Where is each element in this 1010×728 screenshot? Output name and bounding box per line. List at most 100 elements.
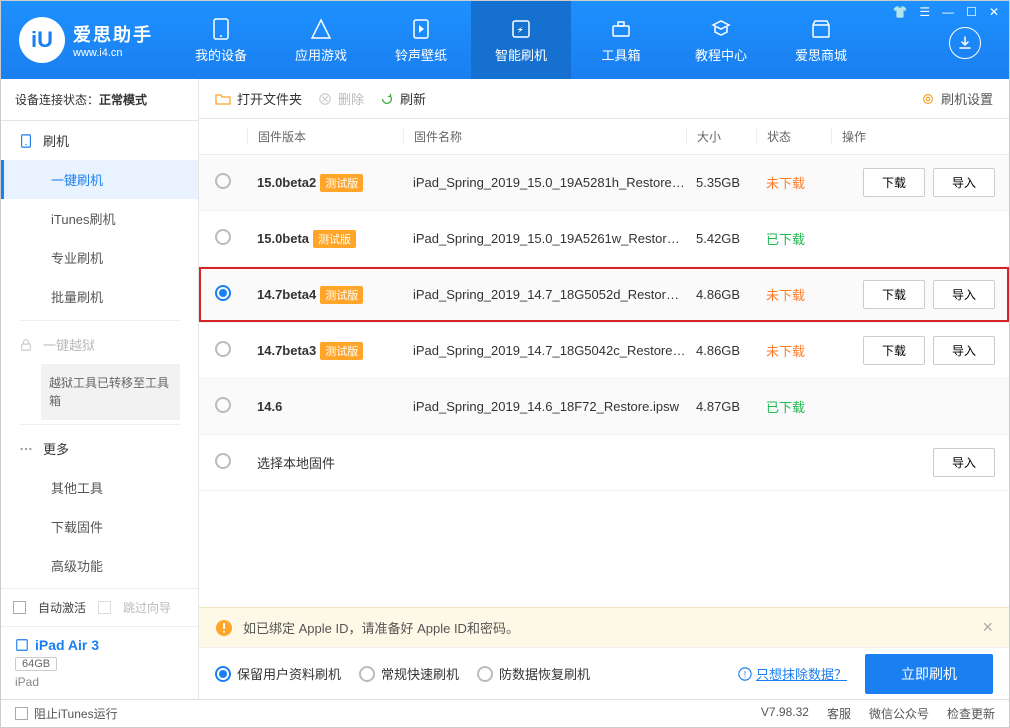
sidebar-item-oneclick-flash[interactable]: 一键刷机 [1,160,198,199]
firmware-row[interactable]: 选择本地固件 导入 [199,435,1009,491]
firmware-row[interactable]: 14.7beta4测试版iPad_Spring_2019_14.7_18G505… [199,267,1009,323]
row-actions: 下载导入 [831,336,1009,365]
nav-label: 工具箱 [601,45,640,64]
sidebar-item-batch-flash[interactable]: 批量刷机 [1,277,198,316]
flash-icon [509,17,533,41]
block-itunes-label: 阻止iTunes运行 [34,705,118,722]
download-manager-button[interactable] [949,27,981,59]
sidebar: 设备连接状态：正常模式 刷机 一键刷机 iTunes刷机 专业刷机 批量刷机 一… [1,79,199,699]
firmware-version: 15.0beta2测试版 [247,174,403,192]
firmware-status: 已下载 [756,229,831,248]
delete-button: 删除 [318,89,364,108]
firmware-size: 4.87GB [686,399,756,414]
auto-activate-bar: 自动激活 跳过向导 [1,588,198,626]
flash-opt-fast[interactable]: 常规快速刷机 [359,664,459,683]
nav-tab-store[interactable]: 爱思商城 [771,1,871,79]
firmware-row[interactable]: 15.0beta测试版iPad_Spring_2019_15.0_19A5261… [199,211,1009,267]
footer-update[interactable]: 检查更新 [947,705,995,722]
download-button[interactable]: 下载 [863,336,925,365]
col-size: 大小 [686,128,756,145]
import-button[interactable]: 导入 [933,448,995,477]
row-radio[interactable] [215,229,231,245]
firmware-size: 5.35GB [686,175,756,190]
firmware-size: 4.86GB [686,343,756,358]
nav-tab-tool[interactable]: 工具箱 [571,1,671,79]
folder-icon [215,91,231,107]
alert-close-button[interactable]: × [982,617,993,638]
beta-tag: 测试版 [313,230,356,248]
footer: 阻止iTunes运行 V7.98.32 客服 微信公众号 检查更新 [1,699,1009,727]
import-button[interactable]: 导入 [933,168,995,197]
refresh-button[interactable]: 刷新 [380,89,426,108]
row-radio[interactable] [215,397,231,413]
download-button[interactable]: 下载 [863,168,925,197]
tshirt-icon[interactable]: 👕 [892,5,907,19]
gear-icon [921,92,935,106]
nav-tab-flash[interactable]: 智能刷机 [471,1,571,79]
local-firmware-label: 选择本地固件 [247,453,831,472]
auto-activate-checkbox[interactable] [13,601,26,614]
firmware-row[interactable]: 15.0beta2测试版iPad_Spring_2019_15.0_19A528… [199,155,1009,211]
footer-service[interactable]: 客服 [827,705,851,722]
flash-settings-button[interactable]: 刷机设置 [921,89,993,108]
flash-opt-anti-recover[interactable]: 防数据恢复刷机 [477,664,590,683]
flash-opt-keep-data[interactable]: 保留用户资料刷机 [215,664,341,683]
device-storage: 64GB [15,657,57,671]
col-name: 固件名称 [403,128,686,145]
menu-icon[interactable]: ☰ [919,5,930,19]
sidebar-item-other-tools[interactable]: 其他工具 [1,468,198,507]
row-radio[interactable] [215,173,231,189]
sidebar-item-download-firmware[interactable]: 下载固件 [1,507,198,546]
logo-url: www.i4.cn [73,47,153,59]
jailbreak-note: 越狱工具已转移至工具箱 [41,364,180,420]
window-controls: 👕 ☰ — ☐ ✕ [892,5,999,19]
firmware-version: 14.6 [247,399,403,414]
info-icon: ! [738,667,752,681]
minimize-button[interactable]: — [942,5,954,19]
sidebar-group-more[interactable]: 更多 [1,429,198,468]
toolbar: 打开文件夹 删除 刷新 刷机设置 [199,79,1009,119]
skip-guide-label: 跳过向导 [123,599,171,616]
maximize-button[interactable]: ☐ [966,5,977,19]
row-radio[interactable] [215,285,231,301]
sidebar-group-flash[interactable]: 刷机 [1,121,198,160]
sidebar-item-itunes-flash[interactable]: iTunes刷机 [1,199,198,238]
firmware-version: 14.7beta4测试版 [247,286,403,304]
close-button[interactable]: ✕ [989,5,999,19]
flash-options-bar: 保留用户资料刷机 常规快速刷机 防数据恢复刷机 ! 只想抹除数据？ 立即刷机 [199,647,1009,699]
beta-tag: 测试版 [320,174,363,192]
row-radio[interactable] [215,341,231,357]
logo-title: 爱思助手 [73,21,153,47]
beta-tag: 测试版 [320,342,363,360]
tablet-icon [15,638,29,652]
row-radio[interactable] [215,453,231,469]
appleid-alert: 如已绑定 Apple ID，请准备好 Apple ID和密码。 × [199,607,1009,647]
nav-tab-app[interactable]: 应用游戏 [271,1,371,79]
import-button[interactable]: 导入 [933,280,995,309]
firmware-name: iPad_Spring_2019_14.7_18G5052d_Restore.i… [403,287,686,302]
download-button[interactable]: 下载 [863,280,925,309]
block-itunes-checkbox[interactable] [15,707,28,720]
nav-tab-ring[interactable]: 铃声壁纸 [371,1,471,79]
erase-data-link[interactable]: ! 只想抹除数据？ [738,664,847,683]
device-name[interactable]: iPad Air 3 [35,637,99,653]
refresh-icon [380,92,394,106]
firmware-row[interactable]: 14.7beta3测试版iPad_Spring_2019_14.7_18G504… [199,323,1009,379]
skip-guide-checkbox[interactable] [98,601,111,614]
firmware-row[interactable]: 14.6iPad_Spring_2019_14.6_18F72_Restore.… [199,379,1009,435]
main-panel: 打开文件夹 删除 刷新 刷机设置 固件版本 固件名称 大小 状态 操作 [199,79,1009,699]
download-icon [957,35,973,51]
sidebar-group-jailbreak: 一键越狱 [1,325,198,364]
firmware-name: iPad_Spring_2019_14.7_18G5042c_Restore.i… [403,343,686,358]
open-folder-button[interactable]: 打开文件夹 [215,89,302,108]
import-button[interactable]: 导入 [933,336,995,365]
nav-tab-tutorial[interactable]: 教程中心 [671,1,771,79]
sidebar-item-advanced[interactable]: 高级功能 [1,546,198,585]
flash-now-button[interactable]: 立即刷机 [865,654,993,694]
sidebar-item-pro-flash[interactable]: 专业刷机 [1,238,198,277]
nav-label: 爱思商城 [795,45,847,64]
nav-tab-device[interactable]: 我的设备 [171,1,271,79]
firmware-status: 未下载 [756,341,831,360]
nav-label: 教程中心 [695,45,747,64]
footer-wechat[interactable]: 微信公众号 [869,705,929,722]
